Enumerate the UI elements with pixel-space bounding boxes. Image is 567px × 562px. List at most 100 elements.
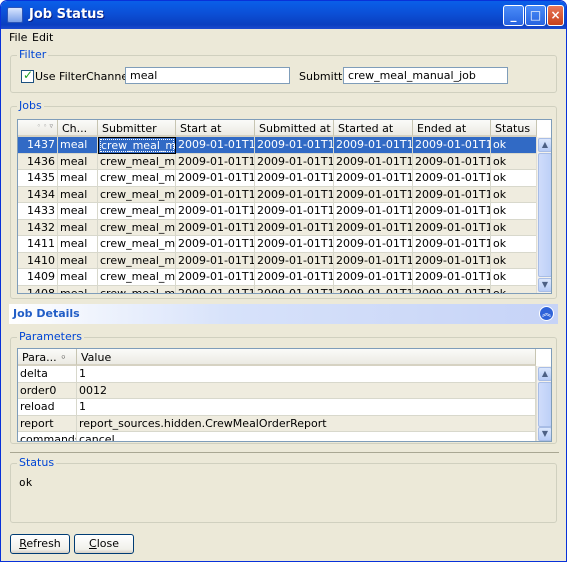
filter-legend: Filter: [17, 48, 49, 61]
jobs-column-header[interactable]: Submitted at: [255, 120, 334, 137]
table-cell: 2009-01-01T13:...: [176, 252, 255, 269]
table-cell: crew_meal_man...: [98, 285, 176, 293]
table-cell: 1435: [18, 170, 58, 187]
job-details-header[interactable]: Job Details ︽: [9, 304, 558, 324]
table-cell: 2009-01-01T18:...: [413, 170, 491, 187]
table-cell: crew_meal_man...: [98, 236, 176, 253]
collapse-icon[interactable]: ︽: [539, 306, 554, 321]
jobs-column-header[interactable]: Submitter: [98, 120, 176, 137]
refresh-button[interactable]: Refresh: [10, 534, 70, 554]
table-cell: 2009-01-01T13:...: [413, 285, 491, 293]
close-button[interactable]: Close: [74, 534, 134, 554]
window-title: Job Status: [29, 7, 105, 22]
table-cell: ok: [491, 269, 537, 286]
table-cell: 2009-01-01T18:...: [334, 203, 413, 220]
table-cell: 2009-01-01T13:...: [176, 269, 255, 286]
table-row[interactable]: delta 1: [18, 366, 538, 383]
menu-file[interactable]: File: [9, 31, 27, 44]
status-text: ok: [19, 476, 33, 489]
table-row[interactable]: 1434mealcrew_meal_man...2009-01-01T18:..…: [18, 186, 538, 203]
table-cell: 2009-01-01T18:...: [334, 137, 413, 154]
table-row[interactable]: 1436mealcrew_meal_man... 2009-01-01T18:..…: [18, 153, 538, 170]
table-cell: 2009-01-01T18:...: [413, 153, 491, 170]
maximize-icon[interactable]: □: [525, 5, 546, 26]
table-cell: 2009-01-01T18:...: [255, 203, 334, 220]
table-cell: ok: [491, 252, 537, 269]
table-cell: 2009-01-01T13:...: [255, 252, 334, 269]
table-row[interactable]: 1435mealcrew_meal_man...2009-01-01T18:..…: [18, 170, 538, 187]
table-cell: ok: [491, 137, 537, 154]
table-row[interactable]: 1410mealcrew_meal_man...2009-01-01T13:..…: [18, 252, 538, 269]
table-cell: 1433: [18, 203, 58, 220]
table-row[interactable]: order0 0012: [18, 382, 538, 399]
use-filter-checkbox[interactable]: [21, 68, 34, 83]
table-cell: 2009-01-01T18:...: [413, 203, 491, 220]
use-filter-label: Use Filter: [35, 70, 87, 83]
scroll-down-icon[interactable]: ▼: [538, 427, 551, 441]
table-cell: crew_meal_man...: [98, 252, 176, 269]
table-cell: meal: [58, 219, 98, 236]
jobs-column-header[interactable]: Start at: [176, 120, 255, 137]
table-row[interactable]: 1432mealcrew_meal_man...2009-01-01T18:..…: [18, 219, 538, 236]
table-cell: 2009-01-01T13:...: [334, 269, 413, 286]
scroll-down-icon[interactable]: ▼: [538, 278, 551, 292]
table-cell: 2009-01-01T13:...: [334, 252, 413, 269]
table-row[interactable]: commands cancel: [18, 432, 538, 441]
menu-bar: File Edit: [1, 29, 566, 47]
table-row[interactable]: 1433mealcrew_meal_man...2009-01-01T18:..…: [18, 203, 538, 220]
table-cell: 0012: [77, 382, 536, 399]
parameters-group: Parameters Para... ◦ Value delta 1 order0 00…: [10, 330, 557, 444]
table-row[interactable]: 1408mealcrew_meal_man...2009-01-01T13:..…: [18, 285, 538, 293]
table-row[interactable]: 1437mealcrew_meal_man...2009-01-01T18:..…: [18, 137, 538, 154]
table-cell: crew_meal_man...: [98, 137, 176, 154]
filter-group: Filter Use Filter Channel meal Submitter…: [10, 48, 557, 93]
job-status-window: Job Status _ □ × File Edit Filter Use Fi…: [0, 0, 567, 562]
job-details-title: Job Details: [13, 307, 80, 320]
table-cell: 1434: [18, 186, 58, 203]
title-bar[interactable]: Job Status _ □ ×: [1, 1, 566, 29]
divider: [10, 452, 559, 453]
jobs-column-header[interactable]: Ch...: [58, 120, 98, 137]
table-cell: ok: [491, 219, 537, 236]
table-cell: 2009-01-01T18:...: [176, 137, 255, 154]
parameters-column-header[interactable]: Value: [77, 349, 536, 366]
table-cell: 1408: [18, 285, 58, 293]
table-cell: 1432: [18, 219, 58, 236]
scroll-thumb[interactable]: [538, 382, 551, 427]
close-icon[interactable]: ×: [547, 5, 564, 26]
table-cell: 2009-01-01T18:...: [334, 219, 413, 236]
jobs-column-header[interactable]: Status: [491, 120, 537, 137]
scroll-thumb[interactable]: [538, 153, 551, 277]
table-cell: 1436: [18, 153, 58, 170]
table-cell: meal: [58, 153, 98, 170]
minimize-icon[interactable]: _: [503, 5, 524, 26]
parameters-column-header[interactable]: Para... ◦: [18, 349, 77, 366]
jobs-scrollbar[interactable]: ▲ ▼: [536, 137, 551, 293]
table-row[interactable]: report report_sources.hidden.CrewMealOrde…: [18, 415, 538, 432]
table-cell: 2009-01-01T13:...: [255, 269, 334, 286]
menu-edit[interactable]: Edit: [32, 31, 53, 44]
table-cell: crew_meal_man...: [98, 153, 176, 170]
table-row[interactable]: 1409mealcrew_meal_man...2009-01-01T13:..…: [18, 269, 538, 286]
table-row[interactable]: 1411mealcrew_meal_man...2009-01-01T13:..…: [18, 236, 538, 253]
table-row[interactable]: reload 1: [18, 399, 538, 416]
table-cell: 2009-01-01T13:...: [334, 236, 413, 253]
scroll-up-icon[interactable]: ▲: [538, 367, 551, 381]
jobs-column-header[interactable]: Ended at: [413, 120, 491, 137]
table-cell: 2009-01-01T18:...: [176, 219, 255, 236]
table-cell: 2009-01-01T18:...: [176, 170, 255, 187]
jobs-column-header[interactable]: Started at: [334, 120, 413, 137]
status-group: Status: [10, 456, 557, 523]
parameters-scrollbar[interactable]: ▲ ▼: [536, 366, 551, 441]
table-cell: 1: [77, 399, 536, 416]
table-cell: meal: [58, 236, 98, 253]
table-cell: 1437: [18, 137, 58, 154]
channel-input[interactable]: meal: [125, 67, 290, 84]
submitter-input[interactable]: crew_meal_manual_job: [343, 67, 508, 84]
scroll-up-icon[interactable]: ▲: [538, 138, 551, 152]
table-cell: crew_meal_man...: [98, 219, 176, 236]
table-cell: ok: [491, 153, 537, 170]
table-cell: ok: [491, 186, 537, 203]
jobs-column-header[interactable]: ◦ ◦ ▿: [18, 120, 58, 137]
table-cell: order0: [18, 382, 77, 399]
